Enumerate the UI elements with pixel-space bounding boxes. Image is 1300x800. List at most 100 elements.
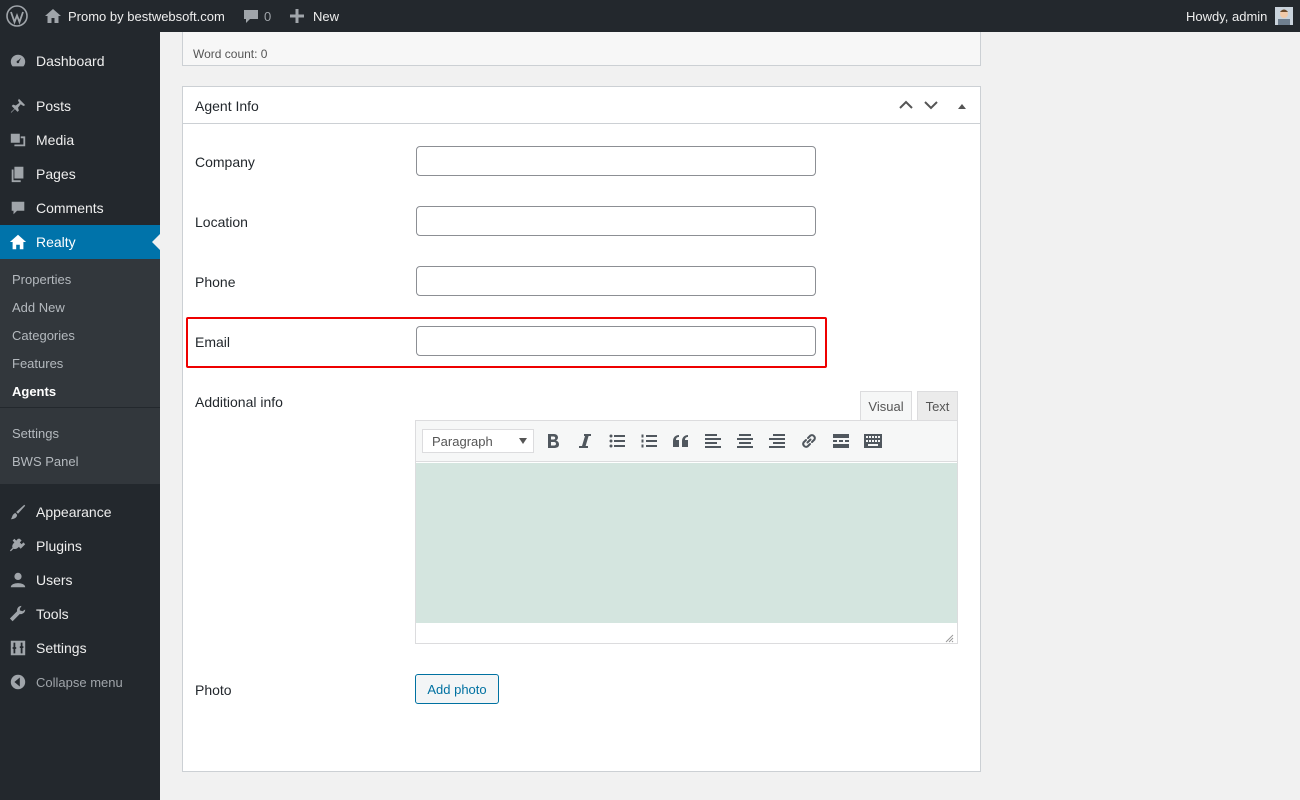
bulleted-list-button[interactable]	[605, 430, 629, 454]
submenu-item-features[interactable]: Features	[12, 354, 63, 374]
editor-status-bar	[416, 623, 957, 643]
menu-item-users[interactable]: Users	[0, 563, 160, 597]
align-center-button[interactable]	[733, 430, 757, 454]
menu-item-appearance[interactable]: Appearance	[0, 495, 160, 529]
editor-toolbar: Paragraph	[416, 421, 957, 462]
submenu-item-add-new[interactable]: Add New	[12, 298, 65, 318]
menu-item-dashboard[interactable]: Dashboard	[0, 44, 160, 78]
toolbar-toggle-button[interactable]	[861, 430, 885, 454]
format-select-value: Paragraph	[432, 433, 493, 449]
collapse-arrow-icon	[8, 672, 28, 692]
submenu-item-agents[interactable]: Agents	[12, 382, 56, 402]
metabox-header: Agent Info	[183, 87, 980, 124]
plus-icon[interactable]	[290, 0, 304, 32]
new-content-link[interactable]: New	[313, 0, 339, 32]
submenu-item-bws-panel[interactable]: BWS Panel	[12, 452, 78, 472]
tab-visual[interactable]: Visual	[860, 391, 912, 421]
quote-icon	[673, 434, 689, 450]
add-photo-button[interactable]: Add photo	[415, 674, 499, 704]
brush-icon	[8, 502, 28, 522]
rich-text-editor: Paragraph	[415, 420, 958, 644]
bullet-list-icon	[609, 434, 625, 451]
align-right-button[interactable]	[765, 430, 789, 454]
settings-sliders-icon	[8, 638, 28, 658]
blockquote-button[interactable]	[669, 430, 693, 454]
company-input[interactable]	[416, 146, 816, 176]
email-label: Email	[195, 334, 231, 350]
menu-item-media[interactable]: Media	[0, 123, 160, 157]
collapse-menu-label: Collapse menu	[36, 674, 123, 690]
menu-item-posts[interactable]: Posts	[0, 89, 160, 123]
avatar[interactable]	[1275, 0, 1293, 32]
menu-item-realty[interactable]: Realty	[0, 225, 160, 259]
howdy-user-link[interactable]: Howdy, admin	[1186, 0, 1267, 32]
wrench-icon	[8, 604, 28, 624]
email-input[interactable]	[416, 326, 816, 356]
caret-down-icon	[519, 438, 527, 444]
metabox-title: Agent Info	[195, 98, 259, 114]
collapse-menu-button[interactable]: Collapse menu	[0, 665, 160, 699]
menu-item-label: Posts	[36, 98, 72, 114]
company-label: Company	[195, 154, 255, 170]
menu-item-settings[interactable]: Settings	[0, 631, 160, 665]
menu-item-comments[interactable]: Comments	[0, 191, 160, 225]
menu-item-plugins[interactable]: Plugins	[0, 529, 160, 563]
read-more-button[interactable]	[829, 430, 853, 454]
admin-sidebar: Dashboard Posts Media Pages Comments Rea…	[0, 32, 160, 800]
home-icon	[8, 232, 28, 252]
format-select[interactable]: Paragraph	[422, 429, 534, 453]
pages-icon	[8, 164, 28, 184]
menu-item-label: Media	[36, 132, 75, 148]
phone-input[interactable]	[416, 266, 816, 296]
dashboard-icon	[8, 51, 28, 71]
media-icon	[8, 130, 28, 150]
bold-button[interactable]	[541, 430, 565, 454]
link-icon	[800, 432, 818, 453]
menu-item-label: Tools	[36, 606, 69, 622]
additional-info-label: Additional info	[195, 394, 283, 410]
submenu-item-settings[interactable]: Settings	[12, 424, 59, 444]
menu-item-label: Plugins	[36, 538, 82, 554]
menu-item-tools[interactable]: Tools	[0, 597, 160, 631]
resize-handle-icon[interactable]	[945, 631, 954, 643]
keyboard-icon	[864, 433, 882, 451]
insert-link-button[interactable]	[797, 430, 821, 454]
align-center-icon	[737, 433, 753, 451]
chevron-down-icon	[924, 98, 938, 113]
move-down-button[interactable]	[921, 95, 941, 115]
align-left-icon	[705, 433, 721, 451]
menu-item-pages[interactable]: Pages	[0, 157, 160, 191]
plugin-icon	[8, 536, 28, 556]
user-icon	[8, 570, 28, 590]
comments-icon[interactable]	[242, 0, 260, 32]
numbered-list-icon	[641, 434, 657, 451]
site-name-link[interactable]: Promo by bestwebsoft.com	[68, 0, 225, 32]
location-label: Location	[195, 214, 248, 230]
move-up-button[interactable]	[896, 95, 916, 115]
menu-item-label: Settings	[36, 640, 87, 656]
menu-item-label: Pages	[36, 166, 76, 182]
menu-item-label: Comments	[36, 200, 104, 216]
submenu-item-properties[interactable]: Properties	[12, 270, 71, 290]
admin-bar: Promo by bestwebsoft.com 0 New Howdy, ad…	[0, 0, 1300, 32]
location-input[interactable]	[416, 206, 816, 236]
photo-label: Photo	[195, 682, 232, 698]
bold-icon	[546, 433, 560, 452]
pushpin-icon	[8, 96, 28, 116]
italic-icon	[579, 433, 591, 452]
toggle-panel-button[interactable]	[952, 95, 972, 115]
comment-icon	[8, 198, 28, 218]
word-count-text: Word count: 0	[193, 47, 268, 61]
italic-button[interactable]	[573, 430, 597, 454]
tab-text[interactable]: Text	[917, 391, 958, 421]
comments-count[interactable]: 0	[264, 0, 271, 32]
editor-content-area[interactable]	[416, 463, 957, 623]
submenu-item-categories[interactable]: Categories	[12, 326, 75, 346]
align-left-button[interactable]	[701, 430, 725, 454]
menu-item-label: Dashboard	[36, 53, 105, 69]
menu-item-label: Users	[36, 572, 73, 588]
wordpress-logo-icon[interactable]	[6, 0, 28, 32]
numbered-list-button[interactable]	[637, 430, 661, 454]
read-more-icon	[833, 433, 849, 451]
site-home-icon[interactable]	[44, 0, 62, 32]
